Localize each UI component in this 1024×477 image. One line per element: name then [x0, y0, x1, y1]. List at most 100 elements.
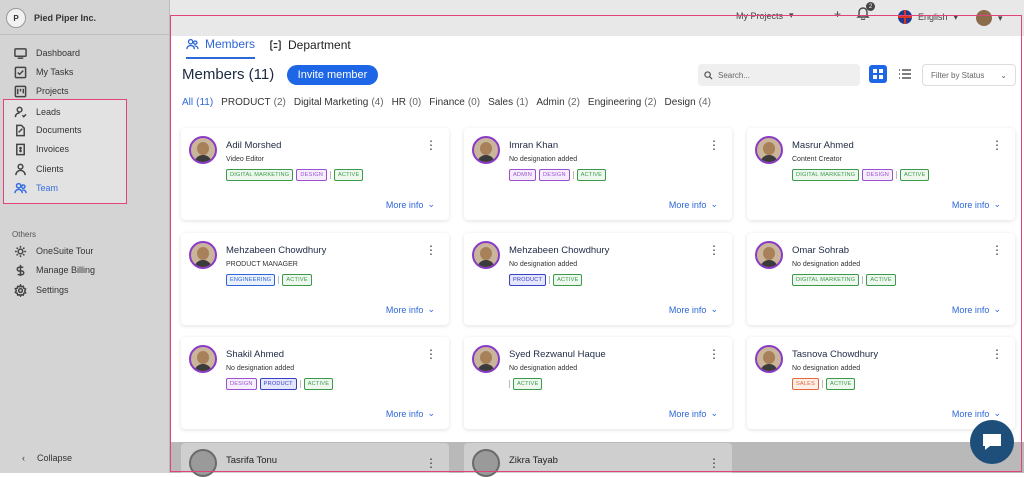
more-info-link[interactable]: More info ⌄	[386, 199, 435, 210]
kebab-menu-icon[interactable]: ⋮	[991, 348, 1003, 360]
collapse-button[interactable]: ‹ Collapse	[22, 453, 72, 463]
notifications-button[interactable]: 2	[856, 2, 875, 20]
grid-view-button[interactable]	[869, 65, 887, 83]
filter-admin[interactable]: Admin (2)	[536, 97, 580, 108]
member-card[interactable]: Omar Sohrab No designation added DIGITAL M…	[747, 233, 1015, 325]
more-info-link[interactable]: More info ⌄	[386, 408, 435, 419]
sidebar-item-leads[interactable]: Leads	[14, 104, 61, 120]
kebab-menu-icon[interactable]: ⋮	[425, 244, 437, 256]
kebab-menu-icon[interactable]: ⋮	[708, 348, 720, 360]
chat-button[interactable]	[970, 420, 1014, 464]
member-name: Adil Morshed	[226, 140, 282, 151]
badge-list: ACTIVE	[509, 378, 543, 390]
more-info-link[interactable]: More info ⌄	[952, 199, 1001, 210]
chevron-down-icon: ⌄	[427, 408, 435, 418]
filter-hr[interactable]: HR (0)	[392, 97, 422, 108]
more-info-link[interactable]: More info ⌄	[952, 408, 1001, 419]
filter-count: (2)	[273, 97, 286, 108]
filter-label: Design	[664, 97, 696, 108]
tab-department[interactable]: Department	[269, 37, 351, 59]
badge-list: DIGITAL MARKETING DESIGN ACTIVE	[792, 169, 930, 181]
filter-count: (11)	[196, 97, 214, 108]
filter-sales[interactable]: Sales (1)	[488, 97, 528, 108]
status-badge: SALES	[792, 378, 820, 390]
sidebar-item-label: Invoices	[36, 144, 70, 154]
sidebar-item-documents[interactable]: Documents	[14, 122, 82, 138]
documents-icon	[16, 124, 25, 136]
filter-count: (4)	[698, 97, 711, 108]
sidebar-item-settings[interactable]: Settings	[14, 282, 69, 298]
more-info-link[interactable]: More info ⌄	[669, 408, 718, 419]
sidebar-item-dashboard[interactable]: Dashboard	[14, 45, 80, 61]
status-badge: PRODUCT	[509, 274, 547, 286]
more-info-label: More info	[668, 199, 707, 210]
chevron-down-icon: ⌄	[710, 199, 718, 209]
more-info-link[interactable]: More info ⌄	[669, 304, 718, 315]
filter-count: (2)	[644, 97, 657, 108]
sidebar-item-invoices[interactable]: Invoices	[14, 141, 69, 157]
status-badge: ACTIVE	[826, 378, 856, 390]
avatar	[189, 345, 217, 373]
member-name: Tasnova Chowdhury	[792, 349, 879, 360]
tab-members[interactable]: Members	[186, 37, 256, 59]
my-projects-dropdown[interactable]: My Projects ▾	[736, 10, 794, 21]
more-info-link[interactable]: More info ⌄	[669, 199, 718, 210]
list-view-button[interactable]	[896, 65, 914, 83]
status-badge: PRODUCT	[259, 378, 297, 390]
sidebar-item-projects[interactable]: Projects	[14, 83, 69, 99]
divider	[278, 276, 280, 284]
kebab-menu-icon[interactable]: ⋮	[425, 348, 437, 360]
tasks-icon	[14, 66, 27, 78]
member-role: No designation added	[226, 365, 295, 372]
member-card[interactable]: Zikra Tayab ⋮	[464, 443, 732, 477]
chat-icon	[983, 434, 1001, 450]
sidebar-item-clients[interactable]: Clients	[14, 161, 64, 177]
member-card[interactable]: Mehzabeen Chowdhury PRODUCT MANAGER ENGINE…	[181, 233, 449, 325]
tabs: Members Department	[186, 37, 351, 59]
chevron-down-icon: ⌄	[993, 304, 1001, 314]
member-card[interactable]: Tasnova Chowdhury No designation added SAL…	[747, 337, 1015, 429]
filter-finance[interactable]: Finance (0)	[429, 97, 480, 108]
brand[interactable]: P Pied Piper Inc.	[6, 8, 96, 28]
language-selector[interactable]: English ▾	[898, 10, 958, 24]
divider	[549, 276, 551, 284]
member-card[interactable]: Imran Khan No designation added ADMIN DESIG…	[464, 128, 732, 220]
member-card[interactable]: Syed Rezwanul Haque No designation added A…	[464, 337, 732, 429]
filter-product[interactable]: PRODUCT (2)	[221, 97, 286, 108]
member-role: No designation added	[792, 261, 861, 268]
filter-label: Filter by Status	[931, 70, 985, 80]
sidebar-item-onesuite-tour[interactable]: OneSuite Tour	[14, 243, 93, 259]
topbar: My Projects ▾ + 2 English ▾ ▾	[170, 0, 1024, 36]
filter-digital-marketing[interactable]: Digital Marketing (4)	[294, 97, 384, 108]
sidebar-item-label: Leads	[36, 107, 61, 117]
more-info-link[interactable]: More info ⌄	[952, 304, 1001, 315]
filter-design[interactable]: Design (4)	[665, 97, 711, 108]
search-input[interactable]: Search...	[698, 64, 860, 86]
kebab-menu-icon[interactable]: ⋮	[425, 456, 437, 470]
status-filter-dropdown[interactable]: Filter by Status ⌄	[922, 64, 1016, 86]
more-info-label: More info	[951, 304, 990, 315]
sidebar-item-manage-billing[interactable]: Manage Billing	[14, 262, 95, 278]
kebab-menu-icon[interactable]: ⋮	[708, 456, 720, 470]
member-card[interactable]: Shakil Ahmed No designation added DESIGN PR…	[181, 337, 449, 429]
kebab-menu-icon[interactable]: ⋮	[708, 244, 720, 256]
invite-member-button[interactable]: Invite member	[287, 65, 378, 85]
status-badge: DESIGN	[226, 378, 257, 390]
more-info-link[interactable]: More info ⌄	[386, 304, 435, 315]
sidebar-item-my-tasks[interactable]: My Tasks	[14, 64, 73, 80]
filter-all[interactable]: All (11)	[182, 97, 213, 108]
kebab-menu-icon[interactable]: ⋮	[708, 139, 720, 151]
status-badge: ACTIVE	[513, 378, 543, 390]
kebab-menu-icon[interactable]: ⋮	[425, 139, 437, 151]
sidebar-item-team[interactable]: Team	[14, 180, 58, 196]
member-card[interactable]: Masrur Ahmed Content Creator DIGITAL MARKE…	[747, 128, 1015, 220]
user-menu[interactable]: ▾	[976, 10, 1003, 26]
member-card[interactable]: Mehzabeen Chowdhury No designation added P…	[464, 233, 732, 325]
filter-engineering[interactable]: Engineering (2)	[588, 97, 657, 108]
add-button[interactable]: +	[834, 7, 841, 21]
kebab-menu-icon[interactable]: ⋮	[991, 244, 1003, 256]
member-card[interactable]: Adil Morshed Video Editor DIGITAL MARKETIN…	[181, 128, 449, 220]
kebab-menu-icon[interactable]: ⋮	[991, 139, 1003, 151]
member-name: Omar Sohrab	[792, 245, 850, 256]
member-card[interactable]: Tasrifa Tonu ⋮	[181, 443, 449, 477]
